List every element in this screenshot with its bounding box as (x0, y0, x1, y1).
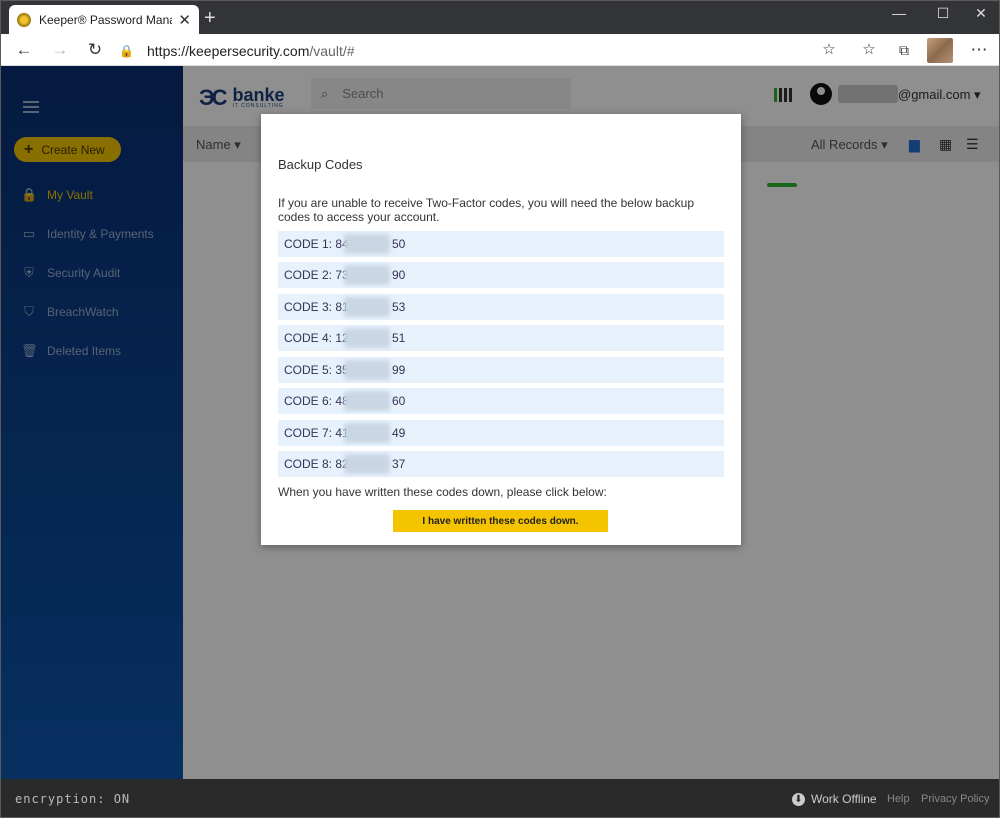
offline-icon: ⬇ (792, 792, 805, 806)
redaction-blur (344, 328, 390, 348)
tab-close-icon[interactable]: ✕ (178, 11, 191, 29)
tab-title: Keeper® Password Manager & D (39, 12, 172, 27)
confirm-codes-written-button[interactable]: I have written these codes down. (393, 510, 608, 532)
url-path: /vault/# (309, 42, 355, 59)
redaction-blur (344, 265, 390, 285)
more-menu-icon[interactable]: ⋯ (967, 39, 991, 61)
collections-icon[interactable]: ⧉ (892, 39, 916, 61)
work-offline-label: Work Offline (811, 792, 877, 806)
code-suffix: 51 (392, 331, 406, 345)
browser-tab[interactable]: Keeper® Password Manager & D ✕ (9, 5, 199, 34)
redaction-blur (344, 297, 390, 317)
help-link[interactable]: Help (887, 793, 910, 805)
backup-code-row: CODE 3: 81 53 (278, 294, 724, 320)
code-suffix: 99 (392, 363, 406, 377)
backup-code-row: CODE 4: 12 51 (278, 325, 724, 351)
url-domain: https://keepersecurity.com (147, 42, 310, 59)
backup-code-row: CODE 1: 84 50 (278, 231, 724, 257)
code-suffix: 50 (392, 237, 406, 251)
redaction-blur (344, 454, 390, 474)
code-prefix: CODE 1: 84 (284, 237, 349, 251)
backup-code-row: CODE 8: 82 37 (278, 451, 724, 477)
backup-codes-dialog: Backup Codes If you are unable to receiv… (261, 114, 741, 545)
tab-strip: Keeper® Password Manager & D ✕ + — ☐ ✕ (1, 1, 999, 34)
backup-code-row: CODE 5: 35 99 (278, 357, 724, 383)
url-bar[interactable]: 🔒 https://keepersecurity.com/vault/# (119, 38, 847, 63)
minimize-button[interactable]: — (879, 5, 919, 21)
maximize-button[interactable]: ☐ (923, 5, 963, 22)
code-suffix: 60 (392, 394, 406, 408)
code-prefix: CODE 5: 35 (284, 363, 349, 377)
dialog-title: Backup Codes (278, 157, 363, 172)
code-prefix: CODE 4: 12 (284, 331, 349, 345)
redaction-blur (344, 391, 390, 411)
dialog-description: If you are unable to receive Two-Factor … (278, 196, 695, 224)
new-tab-button[interactable]: + (204, 8, 216, 28)
privacy-policy-link[interactable]: Privacy Policy (921, 793, 989, 805)
browser-window: Keeper® Password Manager & D ✕ + — ☐ ✕ ←… (0, 0, 1000, 818)
app-footer: encryption: ON ⬇ Work Offline Help Priva… (1, 779, 999, 817)
lock-icon: 🔒 (119, 43, 134, 58)
redaction-blur (344, 234, 390, 254)
code-suffix: 49 (392, 426, 406, 440)
redaction-blur (344, 423, 390, 443)
code-suffix: 90 (392, 268, 406, 282)
address-bar-row: ← → ↻ 🔒 https://keepersecurity.com/vault… (1, 34, 999, 66)
dialog-instruction: When you have written these codes down, … (278, 485, 607, 499)
backup-code-row: CODE 6: 48 60 (278, 388, 724, 414)
refresh-button[interactable]: ↻ (83, 39, 107, 61)
favorites-icon[interactable]: ☆ (857, 39, 881, 61)
code-suffix: 53 (392, 300, 406, 314)
work-offline-button[interactable]: ⬇ Work Offline (792, 792, 877, 806)
keeper-favicon-icon (17, 12, 31, 27)
redaction-blur (344, 360, 390, 380)
profile-avatar[interactable] (927, 38, 953, 63)
code-prefix: CODE 6: 48 (284, 394, 349, 408)
code-prefix: CODE 7: 41 (284, 426, 349, 440)
backup-code-row: CODE 7: 41 49 (278, 420, 724, 446)
forward-button[interactable]: → (48, 39, 72, 61)
code-prefix: CODE 2: 73 (284, 268, 349, 282)
back-button[interactable]: ← (12, 39, 36, 61)
code-prefix: CODE 8: 82 (284, 457, 349, 471)
code-prefix: CODE 3: 81 (284, 300, 349, 314)
code-suffix: 37 (392, 457, 406, 471)
bookmark-star-icon[interactable]: ☆ (817, 39, 841, 61)
close-window-button[interactable]: ✕ (961, 5, 999, 22)
backup-code-row: CODE 2: 73 90 (278, 262, 724, 288)
encryption-status: encryption: ON (15, 792, 131, 806)
